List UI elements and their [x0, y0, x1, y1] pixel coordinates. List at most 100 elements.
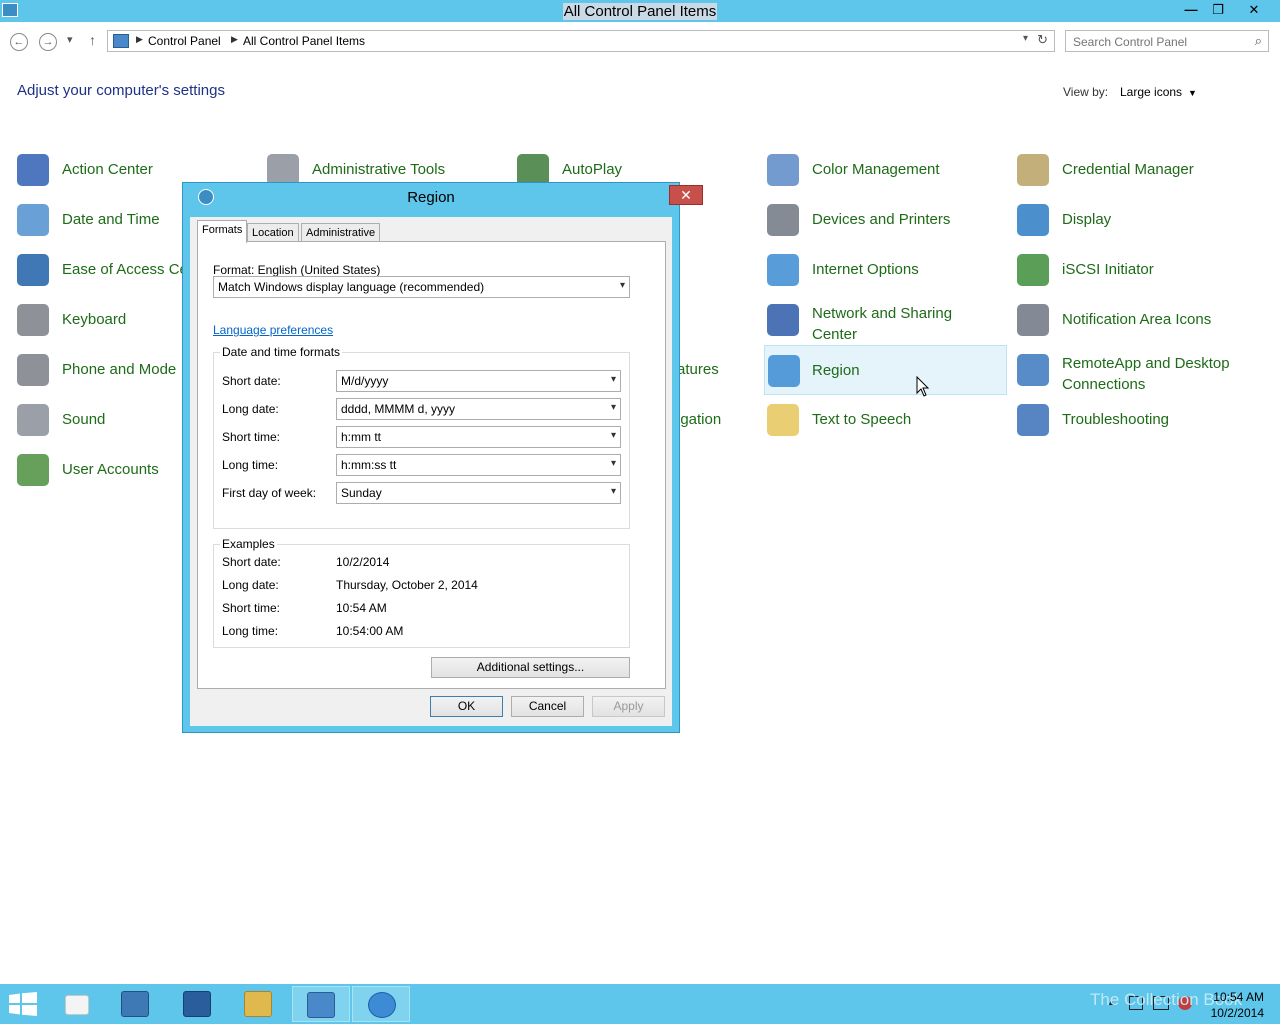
troubleshoot-icon: [1017, 404, 1049, 436]
taskbar-powershell-button[interactable]: [174, 986, 220, 1022]
view-by-dropdown[interactable]: Large icons ▼: [1120, 85, 1197, 99]
cp-item-label: Administrative Tools: [312, 161, 446, 178]
cp-item-label: iSCSI Initiator: [1062, 261, 1154, 278]
cp-item[interactable]: Devices and Printers: [767, 197, 1007, 243]
cp-item[interactable]: Color Management: [767, 147, 1007, 193]
breadcrumb-control-panel[interactable]: Control Panel: [148, 34, 221, 48]
window-icon: [65, 995, 89, 1015]
format-row-dropdown[interactable]: Sunday ▾: [336, 482, 621, 504]
cp-item[interactable]: Network and Sharing Center: [767, 297, 1007, 343]
cp-item[interactable]: Troubleshooting: [1017, 397, 1257, 443]
apply-button[interactable]: Apply: [592, 696, 665, 717]
example-value: 10/2/2014: [336, 555, 390, 569]
cp-item[interactable]: Text to Speech: [767, 397, 1007, 443]
folder-icon: [244, 991, 272, 1017]
cp-item-label: Sound: [62, 411, 106, 428]
cp-item-label: Region: [812, 362, 860, 379]
vault-icon: [1017, 154, 1049, 186]
chevron-down-icon: ▾: [610, 458, 616, 469]
cp-item-label: atures: [677, 361, 719, 378]
example-value: 10:54 AM: [336, 601, 387, 615]
language-preferences-link[interactable]: Language preferences: [213, 323, 333, 337]
format-row-dropdown[interactable]: dddd, MMMM d, yyyy ▾: [336, 398, 621, 420]
breadcrumb-all-items[interactable]: All Control Panel Items: [243, 34, 365, 48]
phone-icon: [17, 354, 49, 386]
format-row-dropdown[interactable]: h:mm:ss tt ▾: [336, 454, 621, 476]
example-value: 10:54:00 AM: [336, 624, 404, 638]
printer-icon: [767, 204, 799, 236]
breadcrumb-separator-icon[interactable]: ▶: [136, 34, 143, 45]
cp-item[interactable]: Credential Manager: [1017, 147, 1257, 193]
ease-of-access-icon: [17, 254, 49, 286]
recent-locations-dropdown[interactable]: ▾: [67, 33, 73, 46]
close-button[interactable]: ✕: [1241, 0, 1267, 20]
taskbar-explorer-button[interactable]: [54, 986, 100, 1022]
taskbar-control-panel-button[interactable]: [292, 986, 350, 1022]
minimize-button[interactable]: —: [1178, 0, 1204, 20]
maximize-button[interactable]: ❐: [1205, 0, 1231, 20]
format-label: Format: English (United States): [213, 263, 381, 277]
search-box[interactable]: ⌕: [1065, 30, 1269, 52]
taskbar-clock[interactable]: 10:54 AM 10/2/2014: [1210, 989, 1264, 1021]
address-bar[interactable]: ▶ Control Panel ▶ All Control Panel Item…: [107, 30, 1055, 52]
speaker-icon: [17, 404, 49, 436]
format-row-dropdown[interactable]: M/d/yyyy ▾: [336, 370, 621, 392]
example-label: Short date:: [222, 555, 281, 569]
breadcrumb-separator-icon[interactable]: ▶: [231, 34, 238, 45]
cp-item-label: Color Management: [812, 161, 940, 178]
back-button[interactable]: ←: [10, 33, 28, 51]
monitor-icon: [1017, 204, 1049, 236]
cp-item[interactable]: iSCSI Initiator: [1017, 247, 1257, 293]
chevron-down-icon: ▾: [610, 486, 616, 497]
search-input[interactable]: [1073, 33, 1243, 51]
keyboard-icon: [17, 304, 49, 336]
tab-location[interactable]: Location: [247, 223, 299, 242]
cp-item-label: Action Center: [62, 161, 153, 178]
cp-item-label: Devices and Printers: [812, 211, 951, 228]
cp-item[interactable]: Display: [1017, 197, 1257, 243]
refresh-icon[interactable]: ↻: [1037, 32, 1048, 48]
control-panel-icon: [307, 992, 335, 1018]
cp-item[interactable]: Internet Options: [767, 247, 1007, 293]
group-label: Examples: [220, 537, 277, 551]
page-title: Adjust your computer's settings: [17, 82, 225, 99]
control-panel-address-icon: [113, 34, 129, 48]
format-row-dropdown[interactable]: h:mm tt ▾: [336, 426, 621, 448]
cp-item[interactable]: Region: [764, 345, 1007, 395]
navigation-bar: ← → ▾ ↑ ▶ Control Panel ▶ All Control Pa…: [0, 22, 1280, 60]
dialog-close-button[interactable]: ✕: [669, 185, 703, 205]
tab-formats[interactable]: Formats: [197, 220, 248, 243]
color-management-icon: [767, 154, 799, 186]
format-row-label: Long time:: [222, 458, 279, 472]
cp-item-label: Ease of Access Ce: [62, 261, 188, 278]
cancel-button[interactable]: Cancel: [511, 696, 584, 717]
formats-panel: Format: English (United States) Match Wi…: [197, 241, 666, 689]
window-title: All Control Panel Items: [562, 3, 718, 20]
ok-button[interactable]: OK: [430, 696, 503, 717]
example-label: Long time:: [222, 624, 279, 638]
chevron-down-icon: ▾: [610, 402, 616, 413]
cp-item-label: Troubleshooting: [1062, 411, 1170, 428]
taskbar-file-explorer-button[interactable]: [235, 986, 281, 1022]
tab-administrative[interactable]: Administrative: [301, 223, 381, 242]
search-icon[interactable]: ⌕: [1255, 33, 1262, 49]
format-row-label: Long date:: [222, 402, 279, 416]
cp-item-label: Date and Time: [62, 211, 160, 228]
cp-item[interactable]: RemoteApp and Desktop Connections: [1017, 347, 1257, 393]
region-globe-icon: [768, 355, 800, 387]
caret-down-icon: ▼: [1188, 88, 1197, 98]
region-dialog: Region ✕ Formats Location Administrative…: [182, 182, 703, 733]
cp-item-label: AutoPlay: [562, 161, 623, 178]
up-button[interactable]: ↑: [89, 32, 96, 48]
start-button[interactable]: [0, 986, 46, 1022]
forward-button[interactable]: →: [39, 33, 57, 51]
address-dropdown-icon[interactable]: ▾: [1023, 33, 1028, 44]
taskbar-region-button[interactable]: [352, 986, 410, 1022]
cp-item[interactable]: Notification Area Icons: [1017, 297, 1257, 343]
cp-item-label: RemoteApp and Desktop Connections: [1062, 355, 1230, 393]
format-dropdown[interactable]: Match Windows display language (recommen…: [213, 276, 630, 298]
view-by-label: View by:: [1063, 85, 1109, 99]
taskbar-server-manager-button[interactable]: [112, 986, 158, 1022]
format-row-label: Short time:: [222, 430, 281, 444]
additional-settings-button[interactable]: Additional settings...: [431, 657, 630, 678]
